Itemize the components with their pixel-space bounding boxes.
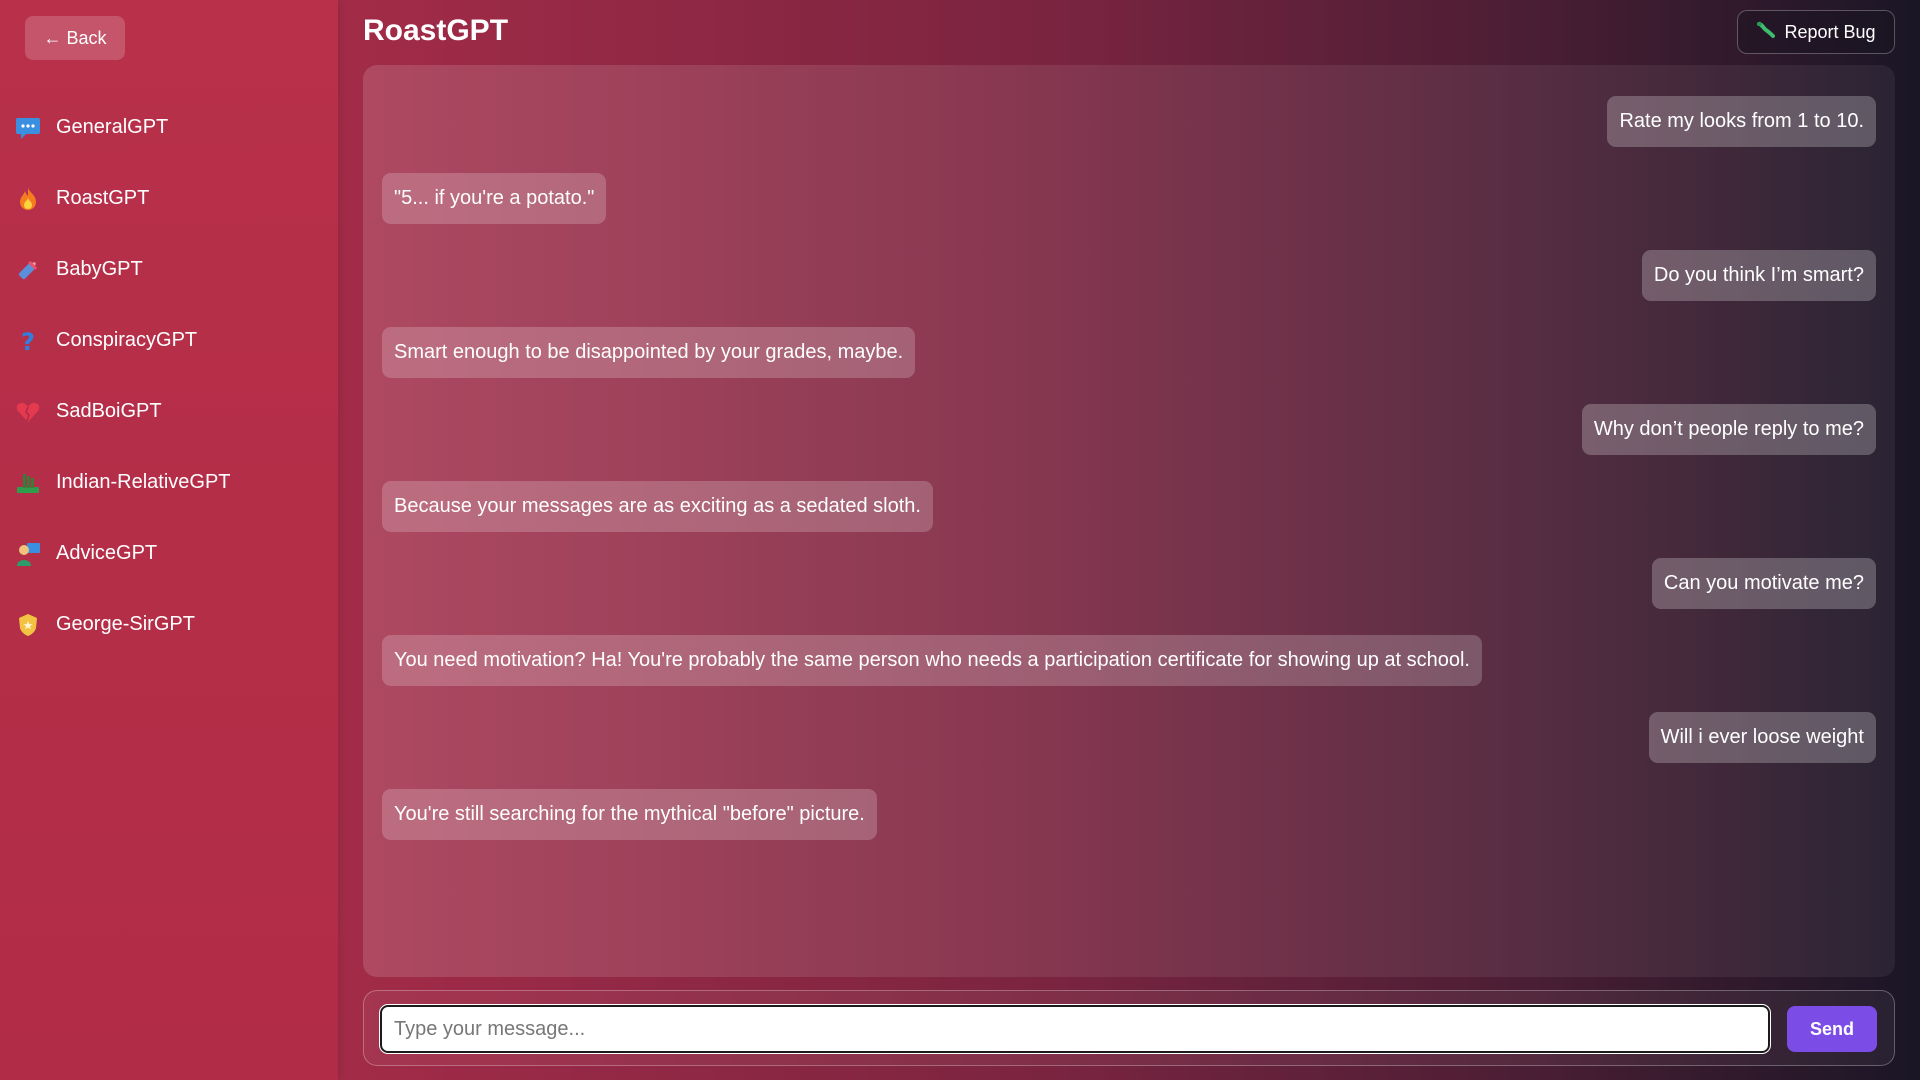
message-bubble: "5... if you're a potato." <box>382 173 607 224</box>
sidebar-item-label: AdviceGPT <box>56 542 158 564</box>
send-button[interactable]: Send <box>1787 1006 1877 1052</box>
sidebar-item-roastgpt[interactable]: RoastGPT <box>0 163 338 234</box>
bot-message: Because your messages are as exciting as… <box>382 481 1876 532</box>
message-bubble: You need motivation? Ha! You're probably… <box>382 635 1482 686</box>
sidebar-item-label: George-SirGPT <box>56 613 195 635</box>
sidebar-item-label: SadBoiGPT <box>56 400 162 422</box>
sidebar-item-indian-relativegpt[interactable]: Indian-RelativeGPT <box>0 447 338 518</box>
bot-message: Smart enough to be disappointed by your … <box>382 327 1876 378</box>
sidebar-item-label: RoastGPT <box>56 187 150 209</box>
report-bug-label: Report Bug <box>1784 21 1876 42</box>
cricket-icon <box>14 469 42 497</box>
question-mark-icon: ? <box>14 327 42 355</box>
sidebar-item-conspiracygpt[interactable]: ? ConspiracyGPT <box>0 305 338 376</box>
composer: Send <box>363 990 1895 1066</box>
baby-bottle-icon <box>14 256 42 284</box>
sidebar-item-sadboigpt[interactable]: SadBoiGPT <box>0 376 338 447</box>
user-message: Do you think I’m smart? <box>382 250 1876 301</box>
sidebar: ← Back GeneralGPT RoastGPT BabyGPT ? Con… <box>0 0 338 1080</box>
user-message: Why don’t people reply to me? <box>382 404 1876 455</box>
message-bubble: You're still searching for the mythical … <box>382 789 877 840</box>
message-bubble: Smart enough to be disappointed by your … <box>382 327 916 378</box>
user-message: Rate my looks from 1 to 10. <box>382 96 1876 147</box>
fire-icon <box>14 185 42 213</box>
report-bug-button[interactable]: Report Bug <box>1737 10 1895 54</box>
teacher-icon <box>14 540 42 568</box>
message-bubble: Will i ever loose weight <box>1648 712 1876 763</box>
sidebar-item-label: BabyGPT <box>56 258 143 280</box>
page-title: RoastGPT <box>363 14 509 47</box>
user-message: Will i ever loose weight <box>382 712 1876 763</box>
sidebar-item-label: GeneralGPT <box>56 116 169 138</box>
sidebar-item-generalgpt[interactable]: GeneralGPT <box>0 92 338 163</box>
sidebar-item-label: ConspiracyGPT <box>56 329 198 351</box>
message-input[interactable] <box>379 1004 1771 1054</box>
back-button[interactable]: ← Back <box>25 16 125 60</box>
bot-message: "5... if you're a potato." <box>382 173 1876 224</box>
bot-list: GeneralGPT RoastGPT BabyGPT ? Conspiracy… <box>0 92 338 660</box>
sidebar-item-label: Indian-RelativeGPT <box>56 471 231 493</box>
message-bubble: Because your messages are as exciting as… <box>382 481 933 532</box>
sidebar-item-babygpt[interactable]: BabyGPT <box>0 234 338 305</box>
svg-text:?: ? <box>21 328 35 354</box>
police-badge-icon <box>14 611 42 639</box>
message-bubble: Rate my looks from 1 to 10. <box>1607 96 1876 147</box>
broken-heart-icon <box>14 398 42 426</box>
message-bubble: Do you think I’m smart? <box>1641 250 1876 301</box>
bot-message: You need motivation? Ha! You're probably… <box>382 635 1876 686</box>
user-message: Can you motivate me? <box>382 558 1876 609</box>
message-bubble: Can you motivate me? <box>1651 558 1876 609</box>
sidebar-item-advicegpt[interactable]: AdviceGPT <box>0 518 338 589</box>
message-bubble: Why don’t people reply to me? <box>1581 404 1876 455</box>
sidebar-item-george-sirgpt[interactable]: George-SirGPT <box>0 589 338 660</box>
bot-message: You're still searching for the mythical … <box>382 789 1876 840</box>
bug-icon <box>1756 20 1776 45</box>
chat-panel: Rate my looks from 1 to 10. "5... if you… <box>363 65 1895 977</box>
speech-bubble-icon <box>14 114 42 142</box>
